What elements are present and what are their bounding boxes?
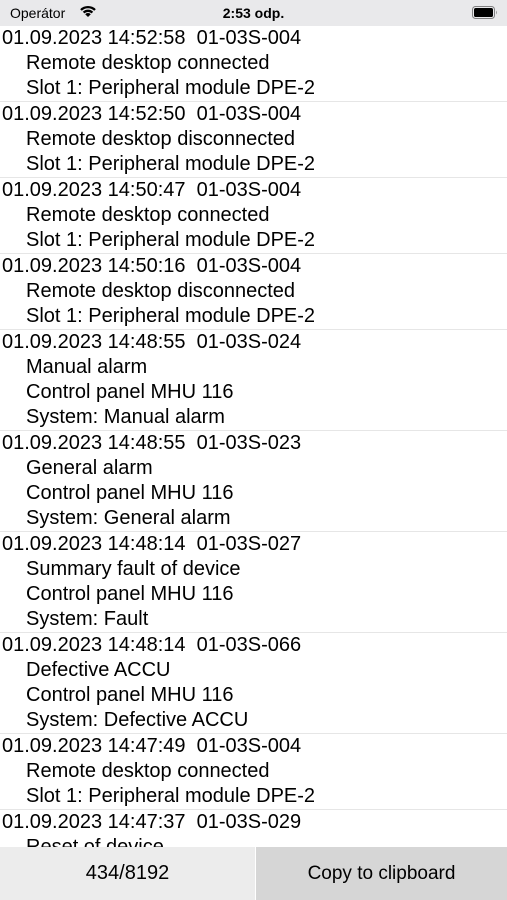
log-entry[interactable]: 01.09.2023 14:47:37 01-03S-029 Reset of d… xyxy=(0,810,507,847)
log-entry-detail: System: Fault xyxy=(26,608,149,630)
bottom-bar: 434/8192 Copy to clipboard xyxy=(0,847,507,900)
log-entry[interactable]: 01.09.2023 14:48:14 01-03S-027 Summary fa… xyxy=(0,532,507,633)
log-entry-detail: Defective ACCU xyxy=(26,659,171,681)
clock: 2:53 odp. xyxy=(222,5,285,21)
log-entry-detail: Slot 1: Peripheral module DPE-2 xyxy=(26,785,316,807)
log-entry-detail: Summary fault of device xyxy=(26,558,241,580)
log-entry-header: 01.09.2023 14:48:55 01-03S-024 xyxy=(2,331,302,353)
log-entry-detail: Slot 1: Peripheral module DPE-2 xyxy=(26,77,316,99)
status-bar: Operátor 2:53 odp. xyxy=(0,0,507,26)
log-entry-detail: Slot 1: Peripheral module DPE-2 xyxy=(26,153,316,175)
log-entry-detail: Remote desktop connected xyxy=(26,52,270,74)
log-entry-detail: Manual alarm xyxy=(26,356,148,378)
log-entry-header: 01.09.2023 14:48:14 01-03S-027 xyxy=(2,533,302,555)
copy-to-clipboard-button[interactable]: Copy to clipboard xyxy=(256,847,507,900)
log-entry-header: 01.09.2023 14:50:16 01-03S-004 xyxy=(2,255,302,277)
battery-icon xyxy=(472,6,498,19)
log-entry[interactable]: 01.09.2023 14:48:55 01-03S-024 Manual ala… xyxy=(0,330,507,431)
log-entry-header: 01.09.2023 14:48:55 01-03S-023 xyxy=(2,432,302,454)
event-counter: 434/8192 xyxy=(0,847,255,900)
event-log-list[interactable]: 01.09.2023 14:52:58 01-03S-004 Remote des… xyxy=(0,26,507,847)
log-entry-detail: Slot 1: Peripheral module DPE-2 xyxy=(26,229,316,251)
log-entry[interactable]: 01.09.2023 14:52:58 01-03S-004 Remote des… xyxy=(0,26,507,102)
log-entry-detail: Control panel MHU 116 xyxy=(26,583,234,605)
log-entry-header: 01.09.2023 14:50:47 01-03S-004 xyxy=(2,179,302,201)
log-entry-detail: Slot 1: Peripheral module DPE-2 xyxy=(26,305,316,327)
log-entry-detail: System: Manual alarm xyxy=(26,406,225,428)
log-entry-detail: Control panel MHU 116 xyxy=(26,684,234,706)
log-entry[interactable]: 01.09.2023 14:48:14 01-03S-066 Defective … xyxy=(0,633,507,734)
log-entry-header: 01.09.2023 14:52:58 01-03S-004 xyxy=(2,27,302,49)
log-entry-detail: System: Defective ACCU xyxy=(26,709,249,731)
log-entry-header: 01.09.2023 14:47:49 01-03S-004 xyxy=(2,735,302,757)
log-entry[interactable]: 01.09.2023 14:50:47 01-03S-004 Remote des… xyxy=(0,178,507,254)
log-entry-header: 01.09.2023 14:52:50 01-03S-004 xyxy=(2,103,302,125)
log-entry-detail: Remote desktop connected xyxy=(26,760,270,782)
log-entry[interactable]: 01.09.2023 14:48:55 01-03S-023 General al… xyxy=(0,431,507,532)
log-entry-header: 01.09.2023 14:47:37 01-03S-029 xyxy=(2,811,302,833)
log-entry-detail: System: General alarm xyxy=(26,507,231,529)
log-entry-detail: Remote desktop disconnected xyxy=(26,280,296,302)
log-entry[interactable]: 01.09.2023 14:50:16 01-03S-004 Remote des… xyxy=(0,254,507,330)
log-entry-header: 01.09.2023 14:48:14 01-03S-066 xyxy=(2,634,302,656)
log-entry[interactable]: 01.09.2023 14:47:49 01-03S-004 Remote des… xyxy=(0,734,507,810)
log-entry-detail: Remote desktop connected xyxy=(26,204,270,226)
log-entry-detail: Control panel MHU 116 xyxy=(26,381,234,403)
log-entry-detail: Reset of device xyxy=(26,836,164,847)
log-entry-detail: General alarm xyxy=(26,457,153,479)
log-entry-detail: Remote desktop disconnected xyxy=(26,128,296,150)
log-entry[interactable]: 01.09.2023 14:52:50 01-03S-004 Remote des… xyxy=(0,102,507,178)
log-entry-detail: Control panel MHU 116 xyxy=(26,482,234,504)
